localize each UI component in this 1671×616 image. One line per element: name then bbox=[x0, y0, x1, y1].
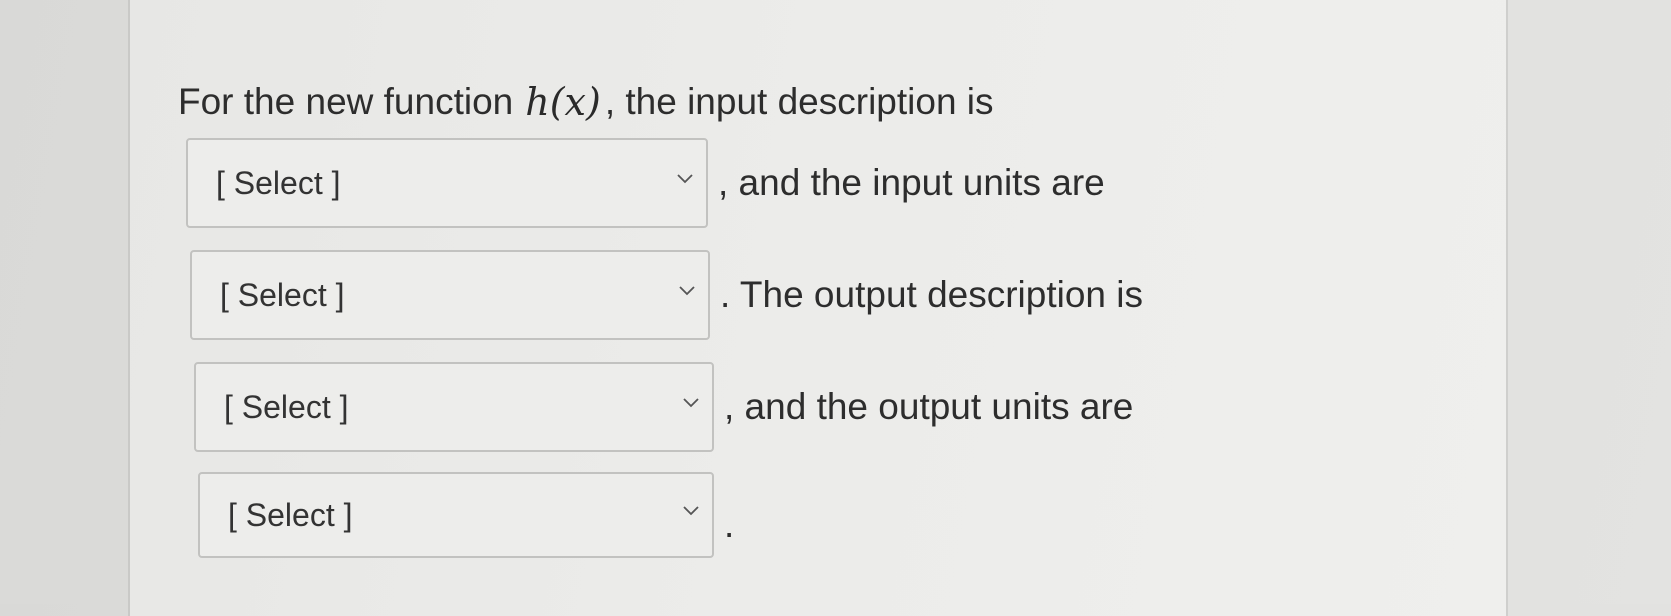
chevron-down-icon bbox=[676, 170, 694, 188]
blank-row-1: [ Select ] , and the input units are bbox=[186, 138, 1105, 228]
blank-2-trailing-text: . The output description is bbox=[720, 274, 1144, 315]
select-value: [ Select ] bbox=[220, 276, 345, 313]
select-value: [ Select ] bbox=[228, 496, 353, 533]
select-value: [ Select ] bbox=[224, 388, 349, 425]
question-intro-tail: , the input description is bbox=[604, 81, 994, 122]
blank-row-3: [ Select ] , and the output units are bbox=[194, 362, 1133, 452]
chevron-down-icon bbox=[682, 502, 700, 520]
input-description-select[interactable]: [ Select ] bbox=[186, 138, 708, 228]
blank-row-4: [ Select ] . bbox=[198, 472, 734, 558]
function-name: h(x) bbox=[525, 80, 601, 124]
blank-4-trailing-text: . bbox=[724, 504, 735, 545]
output-units-select[interactable]: [ Select ] bbox=[198, 472, 714, 558]
question-intro-line: For the new function h(x) , the input de… bbox=[178, 80, 994, 124]
chevron-down-icon bbox=[682, 394, 700, 412]
output-description-select[interactable]: [ Select ] bbox=[194, 362, 714, 452]
blank-3-trailing-text: , and the output units are bbox=[724, 386, 1134, 427]
chevron-down-icon bbox=[678, 282, 696, 300]
input-units-select[interactable]: [ Select ] bbox=[190, 250, 710, 340]
blank-row-2: [ Select ] . The output description is bbox=[190, 250, 1143, 340]
question-intro-text: For the new function bbox=[178, 81, 514, 122]
select-value: [ Select ] bbox=[216, 164, 341, 201]
blank-1-trailing-text: , and the input units are bbox=[718, 162, 1105, 203]
